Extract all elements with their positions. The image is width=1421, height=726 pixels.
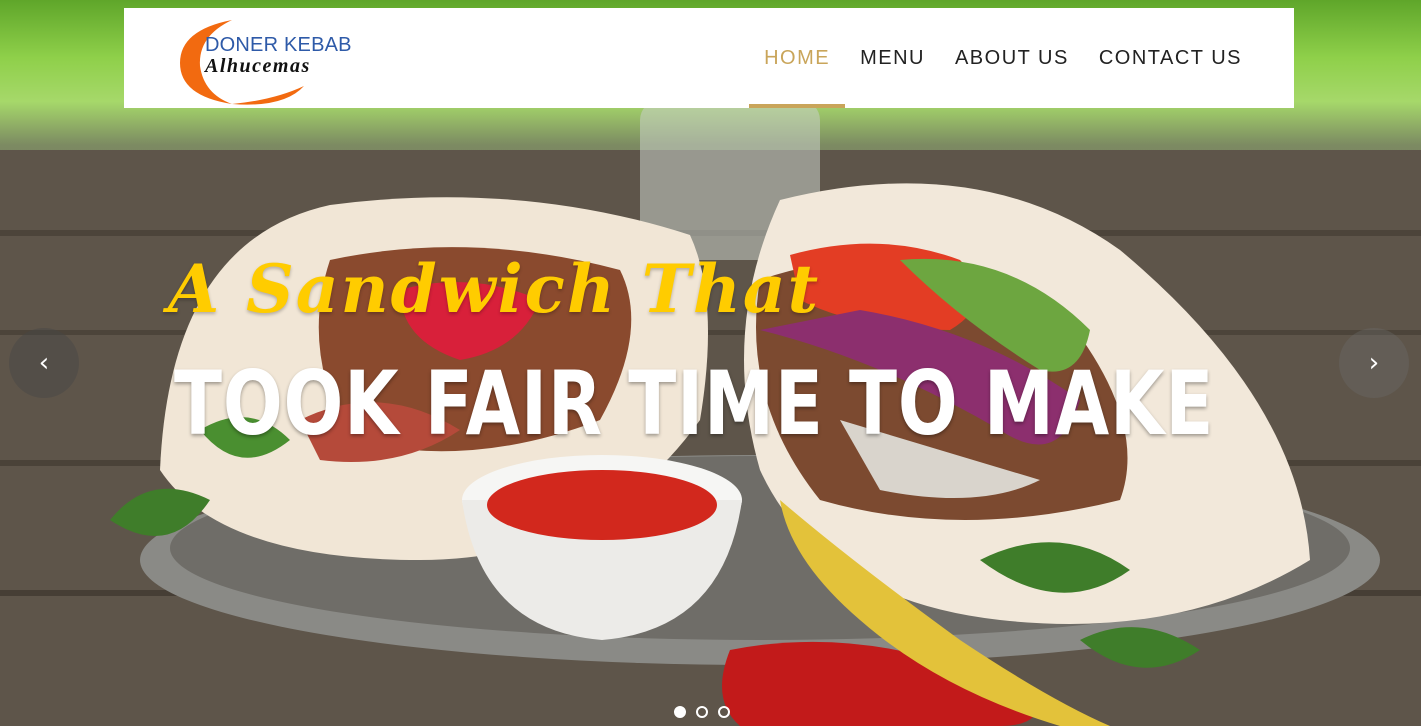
slider-dot-3[interactable] (718, 706, 730, 718)
slider-dot-1[interactable] (674, 706, 686, 718)
main-nav: HOME MENU ABOUT US CONTACT US (749, 8, 1257, 108)
slider-dot-2[interactable] (696, 706, 708, 718)
nav-item-menu[interactable]: MENU (845, 8, 940, 108)
nav-item-home[interactable]: HOME (749, 8, 846, 108)
slider-pagination (674, 706, 730, 718)
logo-text-secondary: Alhucemas (205, 55, 311, 77)
brand-logo[interactable]: DONER KEBAB Alhucemas (174, 8, 364, 108)
chevron-left-icon: ‹ (38, 348, 50, 378)
nav-item-contact-us[interactable]: CONTACT US (1084, 8, 1257, 108)
chevron-right-icon: › (1368, 348, 1380, 378)
hero-main-headline: TOOK FAIR TIME TO MAKE (174, 352, 1215, 455)
slider-prev-button[interactable]: ‹ (9, 328, 79, 398)
slider-next-button[interactable]: › (1339, 328, 1409, 398)
hero-script-headline: A Sandwich That (168, 250, 821, 328)
logo-text-primary: DONER KEBAB (205, 34, 352, 56)
nav-item-about-us[interactable]: ABOUT US (940, 8, 1084, 108)
top-navbar: DONER KEBAB Alhucemas HOME MENU ABOUT US… (124, 8, 1294, 108)
